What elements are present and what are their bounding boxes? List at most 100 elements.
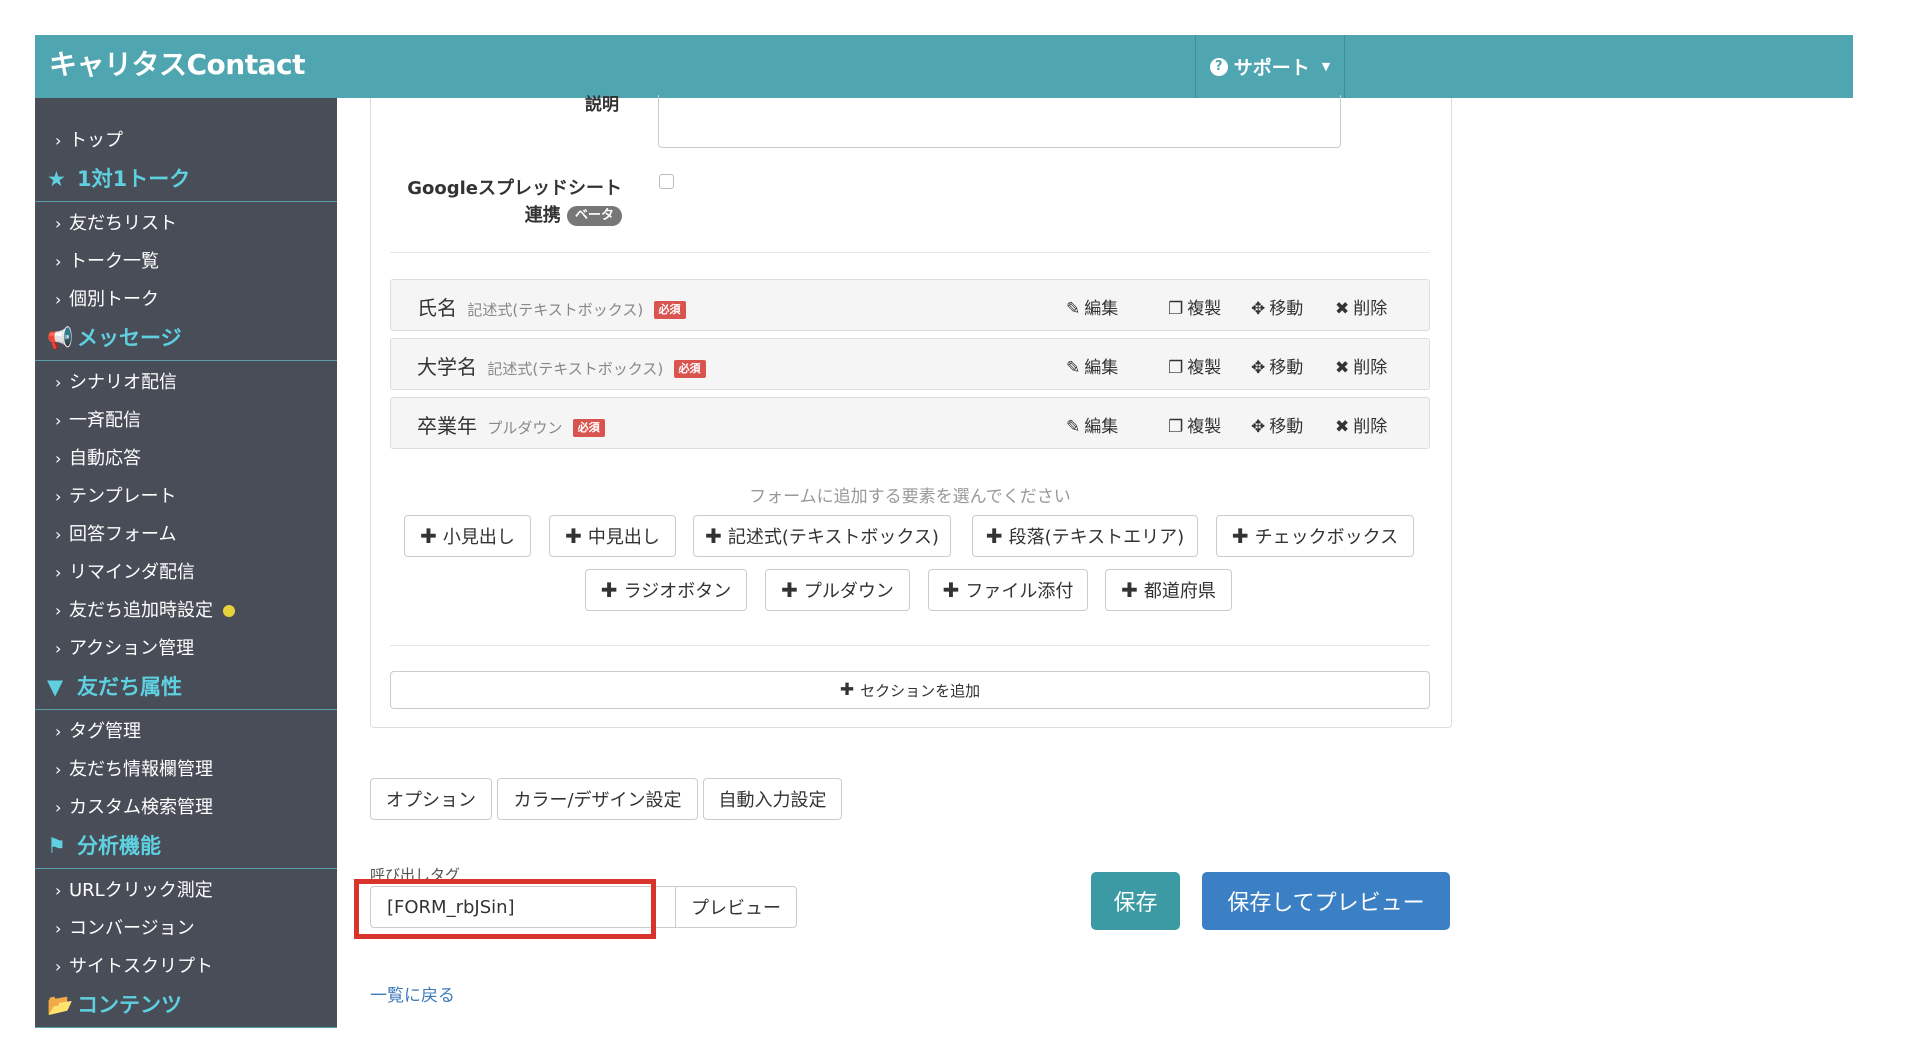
add-button-label: チェックボックス (1254, 527, 1399, 548)
copy-icon: ❐ (1168, 299, 1184, 319)
app-logo[interactable]: キャリタスContact ( careers ) (49, 47, 305, 107)
add-file-button[interactable]: ✚ ファイル添付 (928, 569, 1088, 611)
delete-button[interactable]: ✖ 削除 (1335, 412, 1387, 437)
sidebar-item-4[interactable]: › 個別トーク (35, 285, 337, 323)
required-badge: 必須 (673, 359, 706, 378)
add-button-label: 中見出し (587, 527, 660, 548)
sidebar-item-0[interactable]: › トップ (35, 126, 337, 164)
pencil-icon: ✎ (1066, 417, 1081, 437)
sidebar-item-11[interactable]: › リマインダ配信 (35, 558, 337, 596)
add-dropdown-button[interactable]: ✚ プルダウン (765, 569, 910, 611)
sidebar-item-3[interactable]: › トーク一覧 (35, 247, 337, 285)
field-type-text: 記述式(テキストボックス) (467, 301, 644, 319)
add-medium-heading-button[interactable]: ✚ 中見出し (549, 515, 676, 557)
required-badge: 必須 (653, 300, 686, 319)
copy-button[interactable]: ❐ 複製 (1168, 353, 1221, 378)
sidebar-section-22: 📂 コンテンツ (35, 990, 337, 1028)
move-label: 移動 (1269, 358, 1304, 378)
sidebar-label: 友だちリスト (69, 213, 177, 234)
sidebar-item-15[interactable]: › タグ管理 (35, 717, 337, 755)
preview-button[interactable]: プレビュー (675, 886, 797, 928)
sidebar-item-6[interactable]: › シナリオ配信 (35, 368, 337, 406)
question-icon: ? (1209, 57, 1228, 76)
chevron-right-icon: › (55, 525, 62, 544)
add-element-hint: フォームに追加する要素を選んでください (749, 487, 1071, 507)
sidebar-item-17[interactable]: › カスタム検索管理 (35, 793, 337, 831)
support-menu[interactable]: ? サポート ▼ (1195, 35, 1345, 98)
description-textarea[interactable] (658, 95, 1341, 148)
edit-button[interactable]: ✎ 編集 (1066, 353, 1118, 378)
sidebar-item-20[interactable]: › コンバージョン (35, 914, 337, 952)
delete-button[interactable]: ✖ 削除 (1335, 294, 1387, 319)
move-button[interactable]: ✥ 移動 (1251, 353, 1303, 378)
sidebar-label: リマインダ配信 (69, 562, 195, 583)
caret-down-icon: ▼ (1321, 60, 1331, 73)
sidebar-label: タグ管理 (69, 721, 141, 742)
sidebar-item-21[interactable]: › サイトスクリプト (35, 952, 337, 990)
edit-button[interactable]: ✎ 編集 (1066, 412, 1118, 437)
required-badge: 必須 (572, 418, 605, 437)
sidebar-item-13[interactable]: › アクション管理 (35, 634, 337, 672)
sidebar-label: コンテンツ (77, 993, 182, 1017)
sidebar-label: サイトスクリプト (69, 956, 213, 977)
field-title: 大学名 記述式(テキストボックス) 必須 (417, 351, 706, 380)
move-icon: ✥ (1251, 417, 1266, 437)
folder-icon: 📂 (47, 993, 74, 1017)
add-textarea-button[interactable]: ✚ 段落(テキストエリア) (972, 515, 1198, 557)
highlight-frame (354, 879, 656, 939)
sidebar-item-8[interactable]: › 自動応答 (35, 444, 337, 482)
save-button[interactable]: 保存 (1091, 872, 1180, 930)
plus-icon: ✚ (600, 578, 618, 602)
sidebar-label: 回答フォーム (69, 524, 177, 545)
add-prefecture-button[interactable]: ✚ 都道府県 (1105, 569, 1232, 611)
copy-label: 複製 (1187, 358, 1222, 378)
add-button-label: プルダウン (803, 581, 894, 602)
logo-text: キャリタスContact (49, 48, 305, 81)
add-radio-button[interactable]: ✚ ラジオボタン (585, 569, 747, 611)
plus-icon: ✚ (565, 524, 582, 548)
add-section-button[interactable]: ✚ セクションを追加 (390, 671, 1430, 709)
field-row-university: 大学名 記述式(テキストボックス) 必須 ✎ 編集 ❐ 複製 ✥ 移動 ✖ 削除 (390, 338, 1430, 390)
save-and-preview-button[interactable]: 保存してプレビュー (1202, 872, 1450, 930)
chevron-right-icon: › (55, 601, 62, 620)
sidebar-label: アクション管理 (69, 638, 195, 659)
move-button[interactable]: ✥ 移動 (1251, 412, 1303, 437)
plus-icon: ✚ (781, 578, 798, 602)
add-small-heading-button[interactable]: ✚ 小見出し (404, 515, 531, 557)
chevron-right-icon: › (55, 760, 62, 779)
move-button[interactable]: ✥ 移動 (1251, 294, 1303, 319)
sidebar: › トップ ★ 1対1トーク › 友だちリスト › トーク一覧 › 個別トーク 📢 メッセージ › シナリ… (35, 98, 337, 1028)
copy-label: 複製 (1187, 417, 1222, 437)
sidebar-label: 分析機能 (77, 834, 161, 858)
add-button-label: 記述式(テキストボックス) (727, 527, 939, 548)
auto-input-button[interactable]: 自動入力設定 (703, 778, 842, 820)
sidebar-item-19[interactable]: › URLクリック測定 (35, 876, 337, 914)
sidebar-item-2[interactable]: › 友だちリスト (35, 209, 337, 247)
delete-button[interactable]: ✖ 削除 (1335, 353, 1387, 378)
color-design-button[interactable]: カラー/デザイン設定 (497, 778, 698, 820)
field-row-name: 氏名 記述式(テキストボックス) 必須 ✎ 編集 ❐ 複製 ✥ 移動 ✖ 削除 (390, 279, 1430, 331)
google-sheets-checkbox[interactable] (659, 174, 674, 189)
options-button[interactable]: オプション (370, 778, 492, 820)
plus-icon: ✚ (1121, 578, 1138, 602)
copy-button[interactable]: ❐ 複製 (1168, 412, 1221, 437)
sidebar-item-12[interactable]: › 友だち追加時設定 (35, 596, 337, 634)
chevron-right-icon: › (55, 487, 62, 506)
sidebar-label: URLクリック測定 (69, 880, 213, 901)
sidebar-label: テンプレート (69, 486, 177, 507)
sidebar-item-10[interactable]: › 回答フォーム (35, 520, 337, 558)
chevron-right-icon: › (55, 919, 62, 938)
filter-icon: ▼ (47, 675, 64, 699)
sidebar-item-16[interactable]: › 友だち情報欄管理 (35, 755, 337, 793)
field-title: 卒業年 プルダウン 必須 (417, 410, 605, 439)
copy-button[interactable]: ❐ 複製 (1168, 294, 1221, 319)
close-icon: ✖ (1335, 299, 1350, 319)
add-textbox-button[interactable]: ✚ 記述式(テキストボックス) (693, 515, 951, 557)
back-to-list-link[interactable]: 一覧に戻る (370, 981, 455, 1006)
field-row-graduation: 卒業年 プルダウン 必須 ✎ 編集 ❐ 複製 ✥ 移動 ✖ 削除 (390, 397, 1430, 449)
sidebar-item-7[interactable]: › 一斉配信 (35, 406, 337, 444)
sidebar-item-9[interactable]: › テンプレート (35, 482, 337, 520)
add-checkbox-button[interactable]: ✚ チェックボックス (1216, 515, 1414, 557)
chevron-right-icon: › (55, 449, 62, 468)
edit-button[interactable]: ✎ 編集 (1066, 294, 1118, 319)
